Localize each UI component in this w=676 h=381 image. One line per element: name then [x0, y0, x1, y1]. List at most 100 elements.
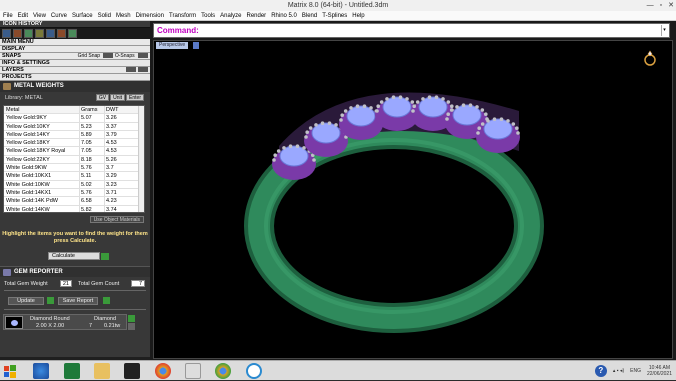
section-layers[interactable]: LAYERS	[0, 67, 150, 74]
bead	[308, 126, 313, 130]
gem-shape: Diamond Round	[30, 316, 70, 322]
column-header-dwt[interactable]: DWT	[104, 106, 140, 114]
section-display[interactable]: DISPLAY	[0, 46, 150, 53]
table-row[interactable]: White Gold:14KX1 5.76 3.71	[4, 188, 144, 198]
table-row[interactable]: Yellow Gold:10KY 5.23 3.37	[4, 122, 144, 131]
file-explorer-icon[interactable]	[94, 363, 110, 379]
grams-cell: 5.23	[79, 122, 104, 130]
clock-date: 22/06/2021	[646, 371, 672, 377]
windows-start-icon[interactable]	[2, 363, 18, 379]
menu-edit[interactable]: Edit	[18, 13, 28, 19]
menu-dimension[interactable]: Dimension	[136, 13, 164, 19]
command-history-dropdown-icon[interactable]: ▾	[661, 25, 667, 36]
menu-render[interactable]: Render	[247, 13, 267, 19]
menu-help[interactable]: Help	[352, 13, 364, 19]
menu-blend[interactable]: Blend	[302, 13, 317, 19]
gem-reporter-header[interactable]: GEM REPORTER	[0, 266, 150, 277]
chrome-icon-2[interactable]	[215, 363, 231, 379]
update-button[interactable]: Update	[8, 297, 44, 305]
section-info-settings[interactable]: INFO & SETTINGS	[0, 60, 150, 67]
history-tool-icon[interactable]	[68, 29, 77, 38]
dwt-cell: 3.7	[104, 164, 140, 172]
excel-icon[interactable]	[64, 363, 80, 379]
grid-snap-indicator[interactable]	[103, 53, 114, 59]
layer-eye-icon[interactable]	[126, 67, 136, 73]
total-gem-weight-value: 21	[60, 280, 72, 287]
metal-name-cell: Yellow Gold:22KY	[6, 156, 50, 163]
bead	[305, 130, 310, 135]
table-row[interactable]: White Gold:14K PdW 6.58 4.23	[4, 197, 144, 206]
section-snaps[interactable]: SNAPS Grid Snap O-Snaps	[0, 53, 150, 60]
gem-list-item[interactable]: Diamond Round 2.00 X 2.00 Diamond 7 0.21…	[3, 314, 127, 330]
history-tool-icon[interactable]	[24, 29, 33, 38]
chrome-icon[interactable]	[155, 363, 171, 379]
history-tool-icon[interactable]	[57, 29, 66, 38]
table-row[interactable]: White Gold:10KX1 5.11 3.29	[4, 172, 144, 181]
table-scrollbar[interactable]	[138, 106, 144, 212]
save-report-button[interactable]: Save Report	[58, 297, 98, 305]
use-object-materials-button[interactable]: Use Object Materials	[89, 216, 144, 223]
menu-curve[interactable]: Curve	[51, 13, 67, 19]
media-player-icon[interactable]	[124, 363, 140, 379]
rhino-icon[interactable]	[185, 363, 201, 379]
column-header-metal[interactable]: Metal	[4, 106, 79, 113]
clock[interactable]: 10:46 AM 22/06/2021	[647, 365, 672, 377]
section-projects[interactable]: PROJECTS	[0, 74, 150, 81]
menu-analyze[interactable]: Analyze	[220, 13, 241, 19]
minimize-button[interactable]: —	[647, 0, 654, 11]
table-row[interactable]: Yellow Gold:18KY Royal 7.05 4.53	[4, 147, 144, 156]
section-main-menu[interactable]: MAIN MENU	[0, 39, 150, 46]
maximize-button[interactable]: ▫	[660, 0, 662, 11]
menu-rhino[interactable]: Rhino 5.0	[271, 13, 297, 19]
gem-edit-icon[interactable]	[128, 315, 135, 322]
menu-mesh[interactable]: Mesh	[116, 13, 131, 19]
bead	[499, 117, 504, 122]
section-label: INFO & SETTINGS	[2, 60, 50, 66]
bead	[320, 121, 325, 126]
table-row[interactable]: Yellow Gold:18KY 7.05 4.53	[4, 139, 144, 148]
history-tool-icon[interactable]	[13, 29, 22, 38]
enter-button[interactable]: Enter	[126, 94, 144, 101]
menu-tools[interactable]: Tools	[201, 13, 215, 19]
table-row[interactable]: Yellow Gold:14KY 5.89 3.79	[4, 130, 144, 140]
menu-tsplines[interactable]: T-Splines	[322, 13, 347, 19]
internet-explorer-icon[interactable]	[33, 363, 49, 379]
matrix-icon[interactable]	[246, 363, 262, 379]
metal-name-cell: Yellow Gold:18KY Royal	[6, 148, 66, 155]
perspective-viewport[interactable]: Perspective	[153, 40, 673, 359]
table-row[interactable]: White Gold:9KW 5.76 3.7	[4, 164, 144, 173]
grams-cell: 5.82	[79, 205, 104, 212]
language-indicator[interactable]: ENG	[630, 368, 641, 374]
history-tool-icon[interactable]	[46, 29, 55, 38]
icon-history-header[interactable]: ICON HISTORY	[0, 21, 150, 28]
update-go-icon[interactable]	[47, 297, 54, 304]
history-tool-icon[interactable]	[2, 29, 11, 38]
unit-button[interactable]: Unit	[110, 94, 126, 101]
table-row[interactable]: White Gold:10KW 5.02 3.23	[4, 180, 144, 189]
table-row[interactable]: White Gold:14KW 5.82 3.74	[4, 205, 144, 212]
help-icon[interactable]: ?	[594, 365, 607, 377]
save-report-go-icon[interactable]	[103, 297, 110, 304]
history-tool-icon[interactable]	[35, 29, 44, 38]
tray-icons[interactable]: ▴ ▪ ◂)	[613, 368, 624, 374]
menu-view[interactable]: View	[33, 13, 46, 19]
osnaps-toggle[interactable]: O-Snaps	[115, 53, 135, 59]
table-row[interactable]: Yellow Gold:9KY 5.07 3.26	[4, 114, 144, 123]
menu-transform[interactable]: Transform	[169, 13, 196, 19]
gem-delete-icon[interactable]	[128, 323, 135, 330]
layer-lock-icon[interactable]	[138, 67, 148, 73]
table-row[interactable]: Yellow Gold:22KY 8.18 5.26	[4, 155, 144, 165]
calculate-button[interactable]: Calculate	[48, 252, 109, 260]
menu-solid[interactable]: Solid	[98, 13, 111, 19]
menu-file[interactable]: File	[3, 13, 13, 19]
bead	[514, 126, 519, 131]
column-header-grams[interactable]: Grams	[79, 106, 104, 114]
grid-snap-toggle[interactable]: Grid Snap	[78, 53, 101, 59]
metal-weights-header[interactable]: METAL WEIGHTS	[0, 81, 150, 92]
osnaps-indicator[interactable]	[138, 53, 148, 59]
calculate-go-icon[interactable]	[101, 253, 109, 260]
menu-surface[interactable]: Surface	[72, 13, 93, 19]
gv-button[interactable]: GV	[95, 94, 110, 101]
close-button[interactable]: ✕	[668, 0, 674, 11]
command-line[interactable]: Command: ▾	[153, 23, 670, 38]
